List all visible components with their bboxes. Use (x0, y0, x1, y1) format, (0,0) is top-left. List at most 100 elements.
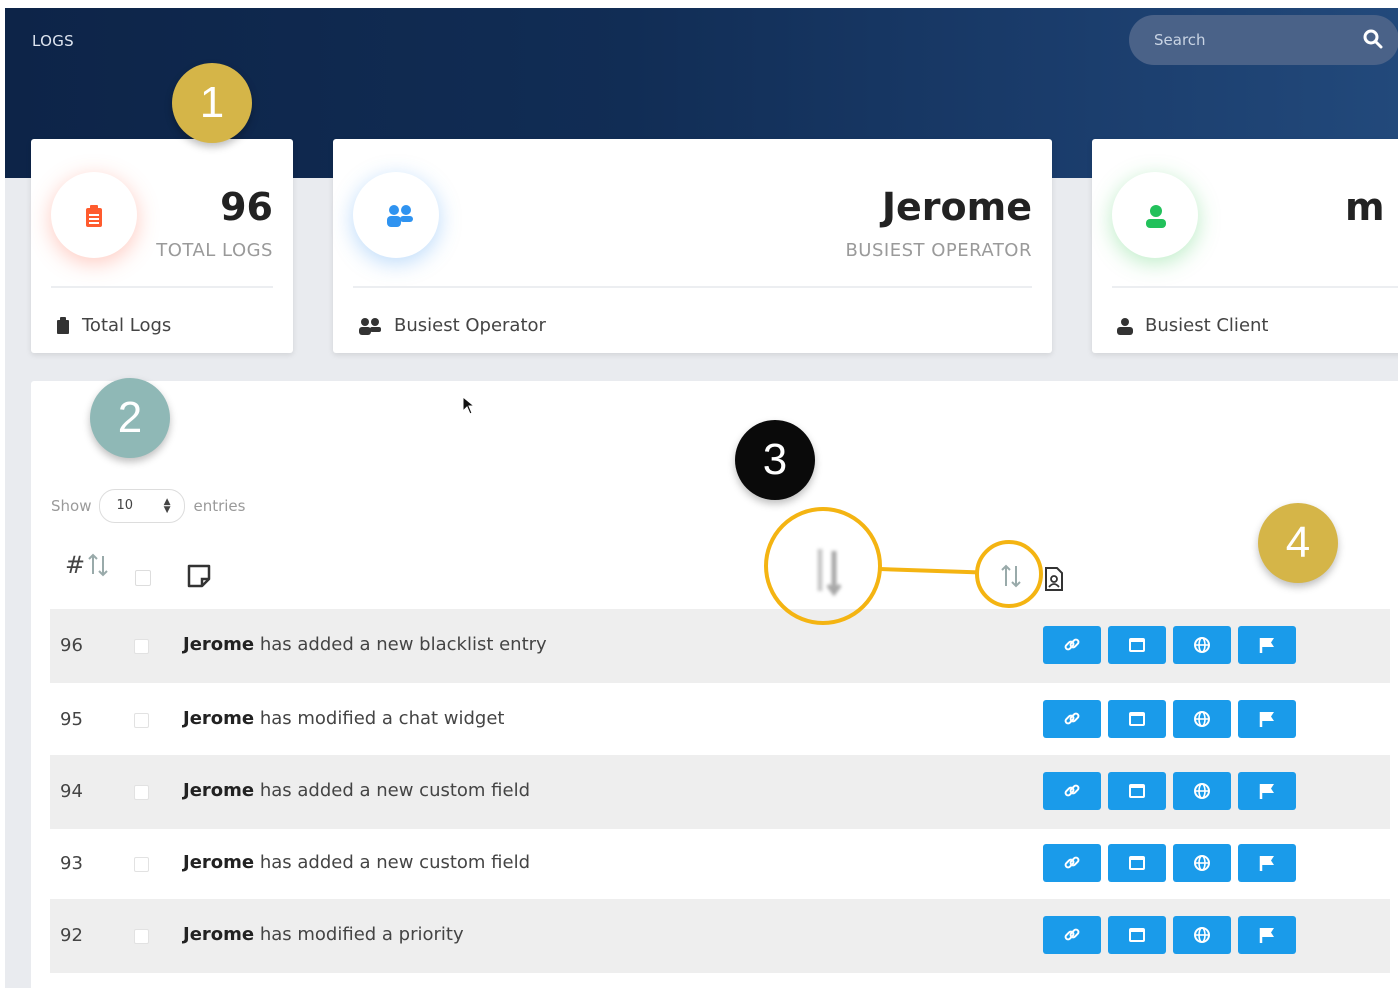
link-icon (1064, 856, 1080, 869)
row-checkbox[interactable] (134, 785, 149, 800)
window-icon (1129, 712, 1145, 726)
divider (51, 286, 273, 288)
busiest-operator-value: Jerome (881, 185, 1032, 229)
flag-icon (1259, 784, 1274, 799)
entries-select[interactable]: 10 ▲ ▼ (99, 489, 186, 523)
flag-button[interactable] (1238, 700, 1296, 738)
busiest-client-value: m (1345, 185, 1385, 229)
select-arrows-icon: ▲ ▼ (163, 497, 171, 515)
flag-icon (1259, 638, 1274, 653)
search-icon[interactable] (1363, 29, 1383, 49)
callout-1: 1 (172, 63, 252, 143)
globe-icon (1194, 927, 1210, 943)
globe-button[interactable] (1173, 916, 1231, 954)
row-id: 93 (60, 853, 83, 874)
row-actions (1043, 772, 1303, 810)
row-checkbox[interactable] (134, 713, 149, 728)
globe-icon (1194, 711, 1210, 727)
row-id: 95 (60, 709, 83, 730)
row-description: Jerome has added a new blacklist entry (183, 634, 547, 655)
busiest-operator-card: Jerome BUSIEST OPERATOR Busiest Operator (333, 139, 1052, 353)
clipboard-icon (86, 205, 102, 227)
table-row[interactable]: 95 Jerome has modified a chat widget (50, 683, 1390, 757)
row-actions (1043, 844, 1303, 882)
busiest-operator-footer: Busiest Operator (358, 315, 546, 336)
flag-icon (1259, 856, 1274, 871)
page-title: LOGS (32, 32, 74, 50)
row-checkbox[interactable] (134, 857, 149, 872)
window-button[interactable] (1108, 700, 1166, 738)
window-button[interactable] (1108, 772, 1166, 810)
show-label: Show (51, 497, 92, 515)
search-input[interactable]: Search (1129, 15, 1398, 65)
flag-button[interactable] (1238, 844, 1296, 882)
window-button[interactable] (1108, 916, 1166, 954)
flag-button[interactable] (1238, 772, 1296, 810)
table-row[interactable]: 94 Jerome has added a new custom field (50, 755, 1390, 829)
row-description: Jerome has added a new custom field (183, 780, 530, 801)
busiest-operator-footer-label: Busiest Operator (394, 315, 546, 336)
globe-button[interactable] (1173, 844, 1231, 882)
row-action: has added a new blacklist entry (254, 634, 547, 655)
callout-3: 3 (735, 420, 815, 500)
busiest-client-footer: Busiest Client (1117, 315, 1268, 336)
link-button[interactable] (1043, 844, 1101, 882)
mouse-cursor-icon (462, 396, 476, 415)
total-logs-subtitle: TOTAL LOGS (156, 240, 273, 261)
link-button[interactable] (1043, 626, 1101, 664)
row-user: Jerome (183, 634, 255, 655)
row-id: 92 (60, 925, 83, 946)
link-button[interactable] (1043, 772, 1101, 810)
flag-icon (1259, 928, 1274, 943)
select-all-checkbox[interactable] (135, 570, 151, 586)
search-placeholder: Search (1154, 31, 1206, 49)
row-action: has added a new custom field (254, 852, 531, 873)
sort-icon[interactable] (87, 552, 109, 578)
row-id: 96 (60, 635, 83, 656)
globe-icon (1194, 637, 1210, 653)
users-icon (387, 205, 413, 227)
entries-length-control: Show 10 ▲ ▼ entries (51, 489, 245, 523)
row-user: Jerome (183, 924, 255, 945)
user-icon-badge (1112, 172, 1198, 258)
link-button[interactable] (1043, 700, 1101, 738)
note-icon (187, 564, 211, 588)
annotation-highlight-ring (975, 540, 1043, 608)
flag-button[interactable] (1238, 916, 1296, 954)
flag-button[interactable] (1238, 626, 1296, 664)
logs-table-card: Show 10 ▲ ▼ entries # 96 Jerome has adde… (31, 381, 1398, 988)
table-row[interactable]: 92 Jerome has modified a priority (50, 899, 1390, 973)
globe-button[interactable] (1173, 772, 1231, 810)
annotation-zoom-ring (764, 507, 882, 625)
divider (1112, 286, 1398, 288)
row-actions (1043, 916, 1303, 954)
row-id: 94 (60, 781, 83, 802)
window-button[interactable] (1108, 626, 1166, 664)
user-small-icon (1117, 317, 1133, 335)
total-logs-footer: Total Logs (56, 315, 171, 336)
link-icon (1064, 638, 1080, 651)
globe-icon (1194, 855, 1210, 871)
table-row[interactable]: 93 Jerome has added a new custom field (50, 827, 1390, 901)
table-row[interactable]: 96 Jerome has added a new blacklist entr… (50, 609, 1390, 683)
users-icon-badge (353, 172, 439, 258)
window-icon (1129, 784, 1145, 798)
link-icon (1064, 712, 1080, 725)
row-checkbox[interactable] (134, 639, 149, 654)
globe-button[interactable] (1173, 700, 1231, 738)
row-checkbox[interactable] (134, 929, 149, 944)
contact-file-icon (1045, 567, 1063, 591)
entries-select-value: 10 (116, 498, 134, 513)
link-icon (1064, 928, 1080, 941)
globe-button[interactable] (1173, 626, 1231, 664)
entries-label: entries (193, 497, 246, 515)
id-column-header[interactable]: # (65, 551, 85, 579)
link-button[interactable] (1043, 916, 1101, 954)
user-icon (1146, 205, 1166, 228)
app-frame: LOGS Search 96 TOTAL LOGS Total Logs Jer… (5, 8, 1398, 988)
callout-4: 4 (1258, 503, 1338, 583)
row-action: has modified a priority (254, 924, 464, 945)
window-button[interactable] (1108, 844, 1166, 882)
busiest-operator-subtitle: BUSIEST OPERATOR (845, 240, 1032, 261)
link-icon (1064, 784, 1080, 797)
